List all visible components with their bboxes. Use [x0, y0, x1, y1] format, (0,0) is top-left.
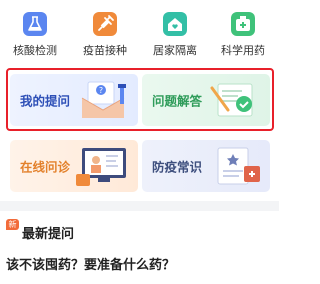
online-consult-card[interactable]: 在线问诊	[10, 140, 138, 192]
syringe-icon	[93, 12, 117, 36]
highlight-frame	[6, 68, 274, 131]
flask-icon	[23, 12, 47, 36]
doctor-screen-icon	[76, 148, 126, 186]
section-title: 最新提问	[22, 227, 75, 242]
home-heart-icon	[163, 12, 187, 36]
section-divider	[0, 201, 279, 211]
medicine-kit-icon	[231, 12, 255, 36]
quick-access-row: 核酸检测 疫苗接种 居家隔离 科学用药	[0, 0, 279, 64]
online-consult-label: 在线问诊	[20, 159, 71, 175]
icon-label: 疫苗接种	[83, 44, 127, 57]
icon-label: 核酸检测	[13, 44, 57, 57]
prevention-knowledge-label: 防疫常识	[152, 159, 203, 175]
icon-label: 居家隔离	[153, 44, 197, 57]
prevention-knowledge-card[interactable]: 防疫常识	[142, 140, 270, 192]
new-badge: 新	[6, 219, 19, 230]
medication-entry[interactable]: 科学用药	[208, 12, 278, 62]
home-isolation-entry[interactable]: 居家隔离	[140, 12, 210, 62]
vaccination-entry[interactable]: 疫苗接种	[70, 12, 140, 62]
icon-label: 科学用药	[221, 44, 265, 57]
nucleic-acid-test-entry[interactable]: 核酸检测	[0, 12, 70, 62]
question-item[interactable]: 该不该囤药？要准备什么药？	[6, 254, 175, 273]
clipboard-star-icon	[217, 147, 260, 185]
